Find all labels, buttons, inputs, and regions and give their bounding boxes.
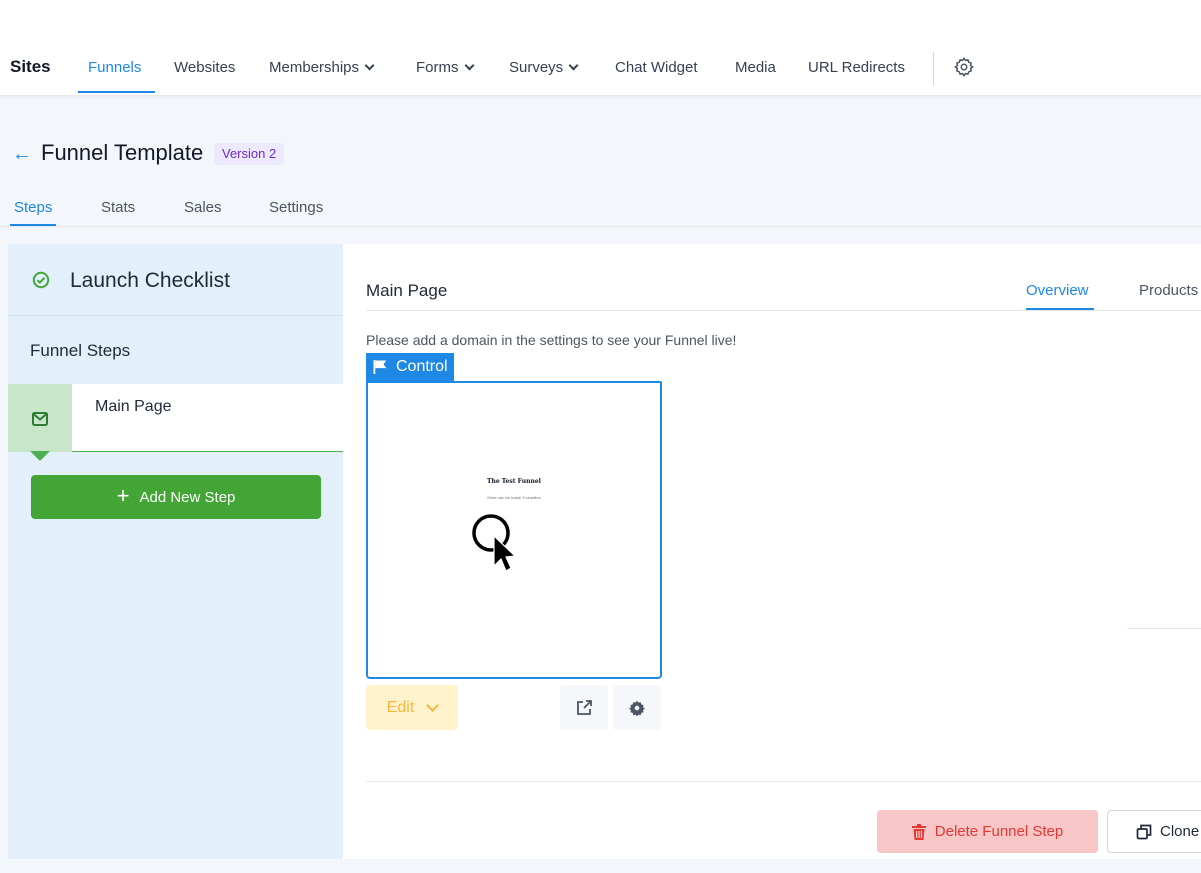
nav-item-label: Chat Widget — [615, 59, 698, 76]
gear-icon[interactable] — [953, 56, 975, 83]
envelope-icon — [32, 412, 48, 426]
variant-tag-label: Control — [396, 358, 448, 375]
variant-tag: Control — [366, 353, 454, 381]
domain-notice: Please add a domain in the settings to s… — [366, 332, 737, 348]
add-new-step-button[interactable]: + Add New Step — [31, 475, 321, 519]
nav-item-memberships[interactable]: Memberships — [269, 59, 375, 76]
footer-divider — [366, 781, 1201, 782]
page-header: ← Funnel Template Version 2 Steps Stats … — [0, 96, 1201, 244]
variant-settings-button[interactable] — [613, 685, 661, 730]
check-circle-icon — [32, 271, 50, 289]
step-icon-container — [8, 384, 72, 452]
nav-item-surveys[interactable]: Surveys — [509, 59, 579, 76]
tab-settings[interactable]: Settings — [269, 199, 323, 216]
nav-item-label: URL Redirects — [808, 59, 905, 76]
brand-title: Sites — [10, 57, 51, 76]
nav-active-indicator — [78, 91, 155, 93]
funnel-step-item[interactable]: Main Page — [8, 384, 343, 461]
nav-item-label: Websites — [174, 59, 236, 76]
edit-label: Edit — [386, 698, 415, 716]
tab-products[interactable]: Products — [1139, 282, 1198, 299]
edit-dropdown-button[interactable]: Edit — [366, 685, 458, 730]
launch-checklist[interactable]: Launch Checklist — [8, 244, 343, 316]
trash-icon — [911, 823, 926, 840]
nav-divider — [933, 52, 934, 85]
nav-item-label: Media — [735, 59, 776, 76]
tab-stats[interactable]: Stats — [101, 199, 135, 216]
nav-item-chat-widget[interactable]: Chat Widget — [615, 59, 698, 76]
copy-icon — [1136, 824, 1152, 839]
funnel-steps-sidebar: Launch Checklist Funnel Steps Main Page … — [8, 244, 343, 859]
add-new-step-label: Add New Step — [139, 488, 236, 506]
page-title: Funnel Template — [41, 140, 204, 165]
chevron-down-icon — [364, 60, 375, 71]
version-badge: Version 2 — [214, 143, 285, 165]
open-preview-button[interactable] — [560, 685, 608, 730]
nav-item-media[interactable]: Media — [735, 59, 776, 76]
tab-steps[interactable]: Steps — [14, 199, 52, 216]
funnel-step-label: Main Page — [95, 398, 172, 415]
clone-label: Clone — [1160, 823, 1200, 840]
preview-headline: The Test Funnel — [487, 478, 541, 485]
nav-item-websites[interactable]: Websites — [174, 59, 235, 76]
pointer-cursor-icon — [472, 514, 517, 572]
plus-icon: + — [116, 483, 130, 508]
chevron-down-icon — [426, 698, 440, 712]
tab-overview[interactable]: Overview — [1026, 282, 1089, 299]
step-detail-panel: Main Page Overview Products Please add a… — [343, 244, 1201, 859]
chevron-down-icon — [464, 60, 474, 71]
delete-label: Delete Funnel Step — [934, 823, 1064, 840]
nav-item-url-redirects[interactable]: URL Redirects — [808, 59, 905, 76]
top-navigation: Sites Funnels Websites Memberships Forms… — [0, 0, 1201, 96]
delete-funnel-step-button[interactable]: Delete Funnel Step — [877, 810, 1098, 853]
gear-icon — [629, 700, 645, 716]
external-link-icon — [577, 699, 592, 715]
step-title: Main Page — [366, 281, 448, 300]
panel-viewport: Main Page Overview Products Please add a… — [343, 244, 1201, 859]
page-preview-thumbnail[interactable]: The Test Funnel Enter can be made 3 head… — [366, 381, 662, 679]
tab-sales[interactable]: Sales — [184, 199, 222, 216]
nav-item-label: Memberships — [269, 59, 360, 76]
funnel-steps-heading: Funnel Steps — [30, 341, 131, 360]
launch-checklist-label: Launch Checklist — [70, 269, 230, 292]
nav-item-forms[interactable]: Forms — [416, 59, 474, 76]
chevron-down-icon — [568, 60, 579, 71]
tab-divider — [0, 226, 1201, 227]
section-divider — [1127, 628, 1201, 629]
nav-item-funnels[interactable]: Funnels — [88, 59, 141, 76]
nav-item-label: Forms — [416, 59, 459, 76]
nav-item-label: Funnels — [88, 59, 142, 76]
step-selected-pointer — [30, 451, 50, 461]
preview-subheadline: Enter can be made 3 headline — [487, 495, 541, 500]
arrow-left-icon[interactable]: ← — [12, 143, 32, 166]
clone-button[interactable]: Clone — [1107, 810, 1201, 853]
nav-item-label: Surveys — [509, 59, 564, 76]
flag-icon — [373, 360, 387, 374]
tab-divider — [366, 310, 1201, 311]
